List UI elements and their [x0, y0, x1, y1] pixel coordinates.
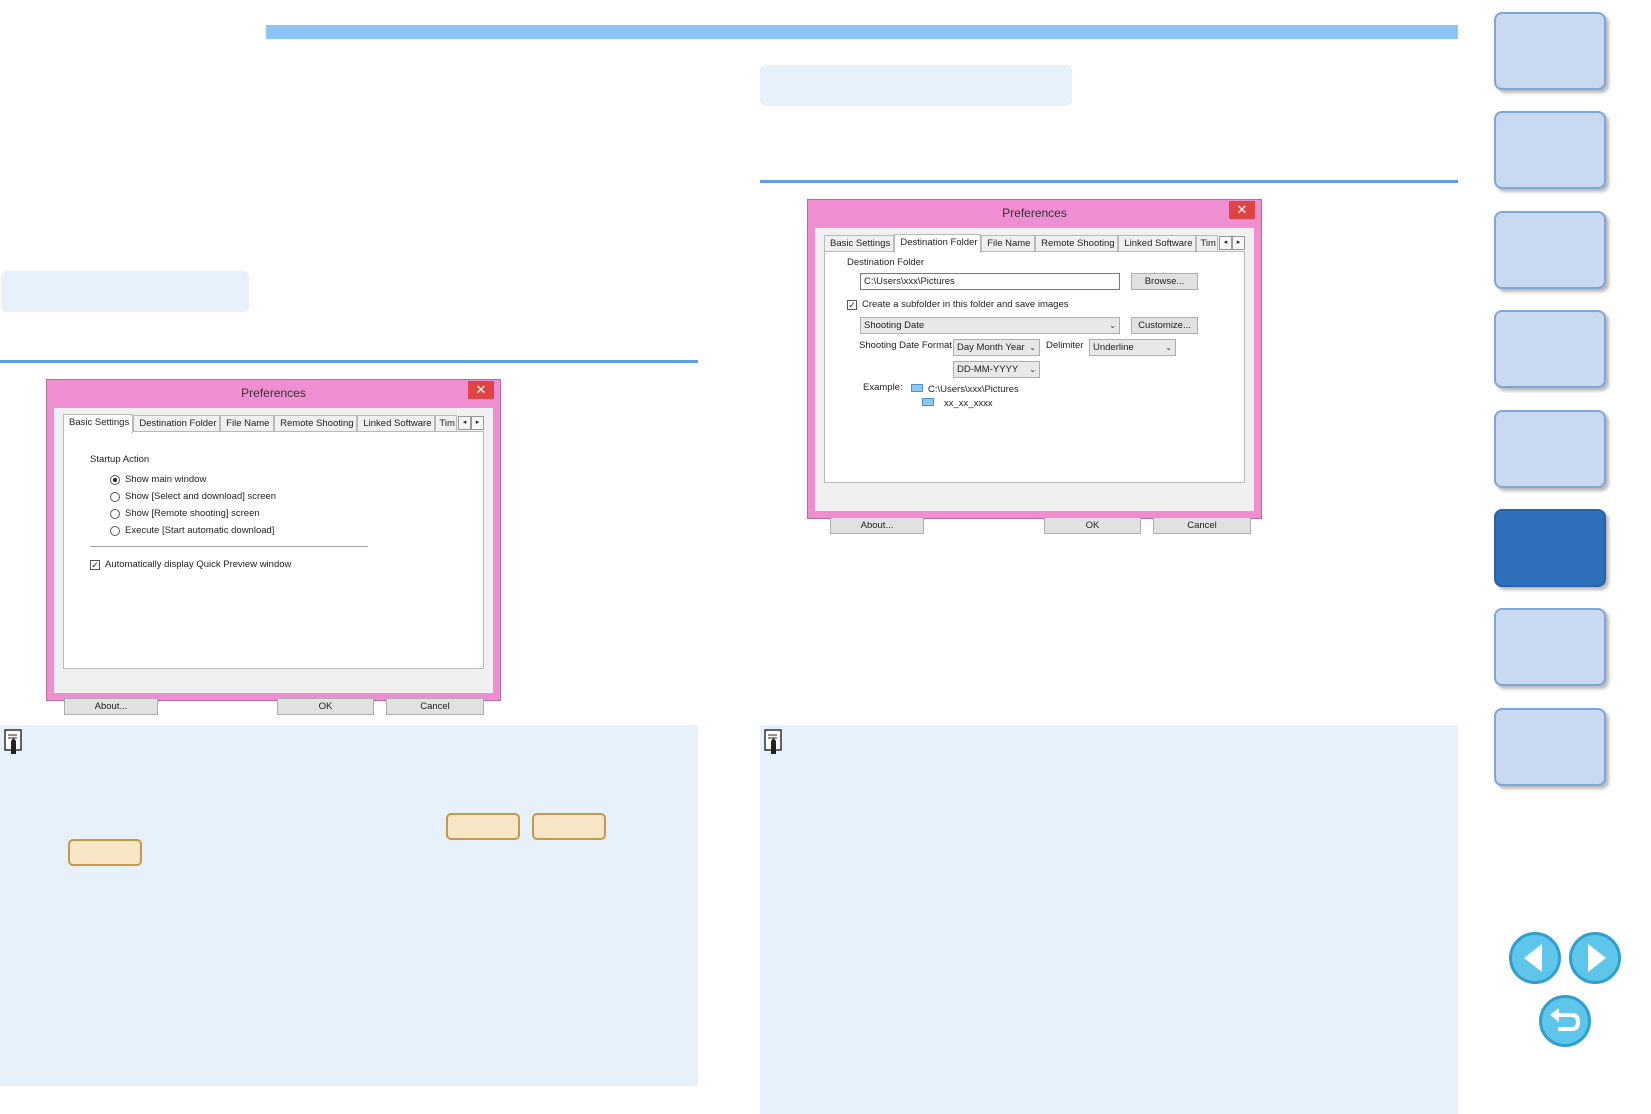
note-box-left [0, 725, 698, 1086]
browse-button[interactable]: Browse... [1131, 273, 1198, 290]
tab-destination-folder[interactable]: Destination Folder [894, 234, 982, 253]
chevron-down-icon: ⌄ [1165, 343, 1172, 352]
preferences-dialog-basic: Preferences ✕ Basic Settings Destination… [46, 379, 501, 715]
sidebar-tab-6-active[interactable] [1494, 509, 1606, 587]
tab-scroll-right-icon[interactable]: ▸ [471, 416, 484, 430]
ok-button[interactable]: OK [1044, 517, 1141, 534]
destination-folder-panel: Destination Folder C:\Users\xxx\Pictures… [824, 251, 1245, 483]
section-rule-left [0, 360, 698, 363]
about-button[interactable]: About... [830, 517, 924, 534]
dialog-title: Preferences [241, 386, 306, 400]
tab-remote-shooting[interactable]: Remote Shooting [274, 415, 358, 432]
sidebar-tab-1[interactable] [1494, 12, 1606, 90]
tab-scroll-left-icon[interactable]: ◂ [1219, 236, 1232, 250]
dialog-title: Preferences [1002, 206, 1067, 220]
sidebar-tab-8[interactable] [1494, 708, 1606, 786]
ok-button[interactable]: OK [277, 698, 374, 715]
sidebar-tab-2[interactable] [1494, 111, 1606, 189]
tab-remote-shooting[interactable]: Remote Shooting [1035, 235, 1119, 252]
memo-icon [4, 729, 22, 754]
chevron-down-icon: ⌄ [1029, 365, 1036, 374]
example-subfolder: xx_xx_xxxx [944, 398, 993, 409]
tab-file-name[interactable]: File Name [220, 415, 275, 432]
tab-scroll-left-icon[interactable]: ◂ [458, 416, 471, 430]
subfolder-type-select[interactable]: Shooting Date ⌄ [860, 317, 1120, 334]
subfolder-icon [922, 398, 934, 406]
return-icon[interactable] [1539, 995, 1591, 1047]
subfolder-type-value: Shooting Date [864, 320, 925, 331]
about-button[interactable]: About... [64, 698, 158, 715]
radio-select-download[interactable] [110, 492, 120, 502]
return-arrow-glyph [1550, 1008, 1581, 1031]
arrow-right-glyph [1588, 944, 1606, 972]
sidebar-tab-5[interactable] [1494, 410, 1606, 488]
tab-basic-settings[interactable]: Basic Settings [824, 235, 895, 252]
date-format-value: Day Month Year [957, 342, 1025, 353]
reference-tag-2[interactable] [532, 813, 606, 840]
arrow-left-glyph [1524, 944, 1542, 972]
date-pattern-select[interactable]: DD-MM-YYYY ⌄ [953, 361, 1040, 378]
delimiter-select[interactable]: Underline ⌄ [1089, 339, 1176, 356]
delimiter-value: Underline [1093, 342, 1134, 353]
quick-preview-checkbox[interactable]: ✓ [90, 560, 100, 570]
dialog-body: Basic Settings Destination Folder File N… [815, 228, 1254, 534]
prev-page-icon[interactable] [1509, 932, 1561, 984]
destination-folder-label: Destination Folder [847, 257, 925, 268]
basic-settings-panel: Startup Action Show main window Show [Se… [63, 431, 484, 669]
dialog-body: Basic Settings Destination Folder File N… [54, 408, 493, 715]
date-format-select[interactable]: Day Month Year ⌄ [953, 339, 1040, 356]
cancel-button[interactable]: Cancel [1153, 517, 1251, 534]
destination-path-field[interactable]: C:\Users\xxx\Pictures [860, 273, 1120, 290]
radio-start-auto-download[interactable] [110, 526, 120, 536]
date-format-label: Shooting Date Format [859, 340, 952, 351]
tab-linked-software[interactable]: Linked Software [357, 415, 436, 432]
example-label: Example: [863, 382, 903, 393]
radio-label: Show main window [125, 474, 207, 485]
section-rule-right [760, 180, 1458, 183]
chevron-down-icon: ⌄ [1109, 321, 1116, 330]
close-button[interactable]: ✕ [1229, 201, 1255, 219]
tab-time[interactable]: Tim [1196, 235, 1218, 252]
quick-preview-label: Automatically display Quick Preview wind… [105, 559, 292, 570]
customize-button[interactable]: Customize... [1131, 317, 1198, 334]
tab-destination-folder[interactable]: Destination Folder [133, 415, 221, 432]
tab-linked-software[interactable]: Linked Software [1118, 235, 1197, 252]
tab-basic-settings[interactable]: Basic Settings [63, 414, 134, 433]
note-box-right [760, 725, 1458, 1114]
tab-scroll-right-icon[interactable]: ▸ [1232, 236, 1245, 250]
radio-remote-shooting[interactable] [110, 509, 120, 519]
next-page-icon[interactable] [1569, 932, 1621, 984]
memo-icon [764, 729, 782, 754]
section-heading-left [1, 271, 249, 312]
cancel-button[interactable]: Cancel [386, 698, 484, 715]
section-heading-right [760, 65, 1072, 106]
tab-strip: Basic Settings Destination Folder File N… [824, 234, 1245, 253]
example-path: C:\Users\xxx\Pictures [928, 384, 1019, 395]
sidebar-tab-4[interactable] [1494, 310, 1606, 388]
tab-strip: Basic Settings Destination Folder File N… [63, 414, 484, 433]
chevron-down-icon: ⌄ [1029, 343, 1036, 352]
sidebar-tab-3[interactable] [1494, 211, 1606, 289]
radio-label: Execute [Start automatic download] [125, 525, 275, 536]
folder-icon [911, 384, 923, 392]
reference-tag-3[interactable] [68, 839, 142, 866]
sidebar-tab-7[interactable] [1494, 608, 1606, 686]
reference-tag-1[interactable] [446, 813, 520, 840]
tab-time[interactable]: Tim [435, 415, 457, 432]
tab-file-name[interactable]: File Name [981, 235, 1036, 252]
close-button[interactable]: ✕ [468, 381, 494, 399]
divider [90, 546, 368, 547]
radio-label: Show [Remote shooting] screen [125, 508, 260, 519]
preferences-dialog-destination: Preferences ✕ Basic Settings Destination… [807, 199, 1262, 534]
delimiter-label: Delimiter [1046, 340, 1084, 351]
create-subfolder-checkbox[interactable]: ✓ [847, 300, 857, 310]
page-header-bar [266, 25, 1458, 39]
create-subfolder-label: Create a subfolder in this folder and sa… [862, 299, 1069, 310]
date-pattern-value: DD-MM-YYYY [957, 364, 1019, 375]
radio-show-main-window[interactable] [110, 475, 120, 485]
startup-action-label: Startup Action [90, 454, 150, 465]
radio-label: Show [Select and download] screen [125, 491, 277, 502]
